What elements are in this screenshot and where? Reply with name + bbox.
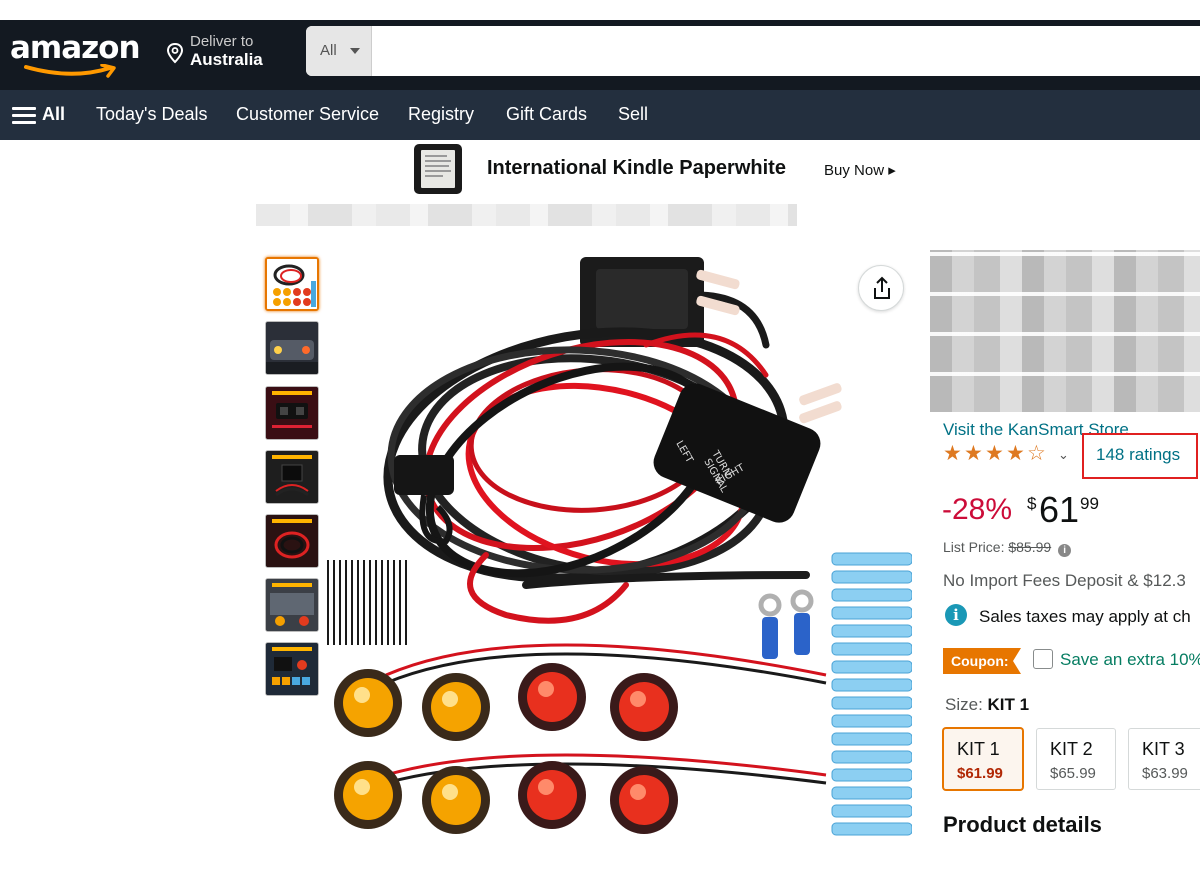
nav-item-gift-cards[interactable]: Gift Cards — [506, 104, 587, 125]
size-option-name: KIT 2 — [1050, 739, 1093, 759]
sales-tax-text: Sales taxes may apply at ch — [979, 607, 1191, 626]
logo-smile-icon — [24, 64, 116, 78]
coupon-checkbox[interactable] — [1033, 649, 1053, 669]
product-title-blurred — [930, 250, 1200, 412]
thumbnail-3[interactable] — [265, 386, 319, 440]
coupon-text[interactable]: Save an extra 10% — [1060, 650, 1200, 670]
promo-title: International Kindle Paperwhite — [487, 157, 786, 179]
sales-tax-notice: i Sales taxes may apply at ch — [945, 603, 1200, 629]
thumbnail-5-image — [266, 515, 318, 567]
product-details-heading: Product details — [943, 812, 1102, 837]
thumbnail-2-image — [266, 322, 318, 374]
search-category-dropdown[interactable]: All — [306, 26, 372, 76]
amazon-logo[interactable]: amazon — [10, 28, 141, 78]
size-option-kit-1[interactable]: KIT 1 $61.99 — [943, 728, 1023, 790]
size-option-price: $63.99 — [1142, 765, 1188, 782]
fuse-holder — [394, 455, 454, 495]
led-lights — [334, 663, 678, 834]
thumbnail-4[interactable] — [265, 450, 319, 504]
size-option-kit-3[interactable]: KIT 3 $63.99 — [1128, 728, 1200, 790]
promo-buy-now-link[interactable]: Buy Now ▸ — [824, 161, 896, 179]
thumbnail-4-image — [266, 451, 318, 503]
thumbnail-5[interactable] — [265, 514, 319, 568]
deliver-to[interactable]: Deliver to Australia — [166, 33, 286, 73]
search-bar: All — [306, 26, 1200, 76]
size-option-price: $61.99 — [957, 765, 1003, 782]
top-header: amazon Deliver to Australia All — [0, 20, 1200, 90]
nav-item-customer-service[interactable]: Customer Service — [236, 104, 379, 125]
kindle-device-image — [414, 144, 462, 194]
main-product-image[interactable]: LEFT TURN SIGNAL RIGHT — [326, 255, 912, 845]
import-fees-text: No Import Fees Deposit & $12.3 — [943, 571, 1186, 590]
caret-down-icon — [350, 48, 360, 54]
list-price-label: List Price: — [943, 539, 1005, 555]
thumbnail-6-image — [266, 579, 318, 631]
size-value: KIT 1 — [987, 695, 1030, 714]
info-icon: i — [945, 604, 967, 626]
info-icon[interactable]: i — [1058, 544, 1072, 557]
thumbnail-6[interactable] — [265, 578, 319, 632]
coupon-badge — [943, 648, 1021, 674]
price-currency: $ — [1027, 494, 1037, 513]
size-option-name: KIT 3 — [1142, 739, 1185, 759]
list-price: List Price: $85.99 i — [943, 539, 1072, 557]
thumbnail-3-image — [266, 387, 318, 439]
nav-all-label: All — [42, 104, 66, 124]
thumbnail-1[interactable] — [265, 257, 319, 311]
nav-item-sell[interactable]: Sell — [618, 104, 648, 125]
map-pin-icon — [166, 42, 184, 64]
size-option-price: $65.99 — [1050, 765, 1096, 782]
price-whole: 61 — [1039, 489, 1080, 530]
thumbnail-2[interactable] — [265, 321, 319, 375]
star-icon: ★ — [964, 442, 983, 465]
price-fraction: 99 — [1080, 494, 1099, 513]
highlight-box — [1082, 433, 1198, 479]
list-price-value: $85.99 — [1008, 539, 1052, 555]
nav-bar: All Today's Deals Customer Service Regis… — [0, 90, 1200, 140]
star-icon: ★ — [943, 442, 962, 465]
nav-item-registry[interactable]: Registry — [408, 104, 474, 125]
deliver-country: Australia — [190, 50, 263, 69]
nav-item-todays-deals[interactable]: Today's Deals — [96, 104, 208, 125]
star-icon: ★ — [1006, 442, 1025, 465]
butt-connectors — [831, 552, 912, 836]
size-selector-label: Size: KIT 1 — [945, 695, 1029, 715]
deliver-label: Deliver to — [190, 33, 254, 50]
size-option-name: KIT 1 — [957, 739, 1000, 759]
thumbnail-7-image — [266, 643, 318, 695]
search-input[interactable] — [373, 26, 1200, 76]
star-rating[interactable]: ★ ★ ★ ★ ☆ — [943, 442, 1053, 466]
star-outline-icon: ☆ — [1027, 442, 1046, 465]
thumbnail-7[interactable] — [265, 642, 319, 696]
search-category-label: All — [320, 42, 337, 59]
breadcrumb-blurred — [256, 204, 797, 226]
ring-terminals — [758, 589, 814, 659]
share-button[interactable] — [858, 265, 904, 311]
size-label: Size: — [945, 695, 983, 714]
thumbnail-1-image — [267, 259, 317, 309]
share-icon — [874, 276, 890, 299]
hamburger-icon — [12, 107, 36, 125]
logo-wordmark: amazon — [10, 30, 141, 66]
kindle-promo-banner[interactable]: International Kindle Paperwhite Buy Now … — [410, 143, 910, 197]
star-icon: ★ — [985, 442, 1004, 465]
zip-ties — [327, 560, 407, 645]
chevron-down-icon[interactable]: ⌄ — [1058, 447, 1069, 463]
discount-percent: -28% — [942, 493, 1013, 526]
size-option-kit-2[interactable]: KIT 2 $65.99 — [1036, 728, 1116, 790]
